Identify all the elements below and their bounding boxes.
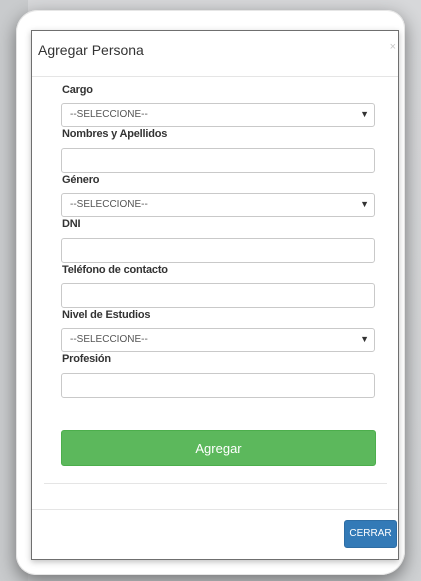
chevron-down-icon: ▼ bbox=[360, 109, 369, 119]
telefono-label: Teléfono de contacto bbox=[62, 264, 168, 276]
nivel-estudios-label: Nivel de Estudios bbox=[62, 309, 151, 321]
chevron-down-icon: ▼ bbox=[360, 199, 369, 209]
profesion-input[interactable] bbox=[61, 373, 375, 398]
modal-title: Agregar Persona bbox=[38, 42, 144, 58]
modal-body: Cargo --SELECCIONE-- ▼ Nombres y Apellid… bbox=[32, 77, 398, 509]
close-icon[interactable]: × bbox=[390, 41, 396, 53]
cargo-select[interactable]: --SELECCIONE-- ▼ bbox=[61, 103, 375, 127]
cerrar-button[interactable]: CERRAR bbox=[344, 520, 397, 548]
genero-label: Género bbox=[62, 174, 100, 186]
agregar-button[interactable]: Agregar bbox=[61, 430, 376, 466]
dni-label: DNI bbox=[62, 218, 81, 230]
nivel-estudios-select-value: --SELECCIONE-- bbox=[70, 334, 148, 345]
profesion-label: Profesión bbox=[62, 353, 111, 365]
nombres-input[interactable] bbox=[61, 148, 375, 173]
chevron-down-icon: ▼ bbox=[360, 334, 369, 344]
dni-input[interactable] bbox=[61, 238, 375, 263]
divider bbox=[44, 483, 387, 484]
nombres-label: Nombres y Apellidos bbox=[62, 128, 168, 140]
modal-footer: CERRAR bbox=[32, 509, 398, 560]
modal-header: Agregar Persona × bbox=[32, 31, 398, 77]
add-person-modal: Agregar Persona × Cargo --SELECCIONE-- ▼… bbox=[31, 30, 399, 560]
cargo-select-value: --SELECCIONE-- bbox=[70, 109, 148, 120]
genero-select-value: --SELECCIONE-- bbox=[70, 199, 148, 210]
genero-select[interactable]: --SELECCIONE-- ▼ bbox=[61, 193, 375, 217]
nivel-estudios-select[interactable]: --SELECCIONE-- ▼ bbox=[61, 328, 375, 352]
telefono-input[interactable] bbox=[61, 283, 375, 308]
cargo-label: Cargo bbox=[62, 84, 93, 96]
